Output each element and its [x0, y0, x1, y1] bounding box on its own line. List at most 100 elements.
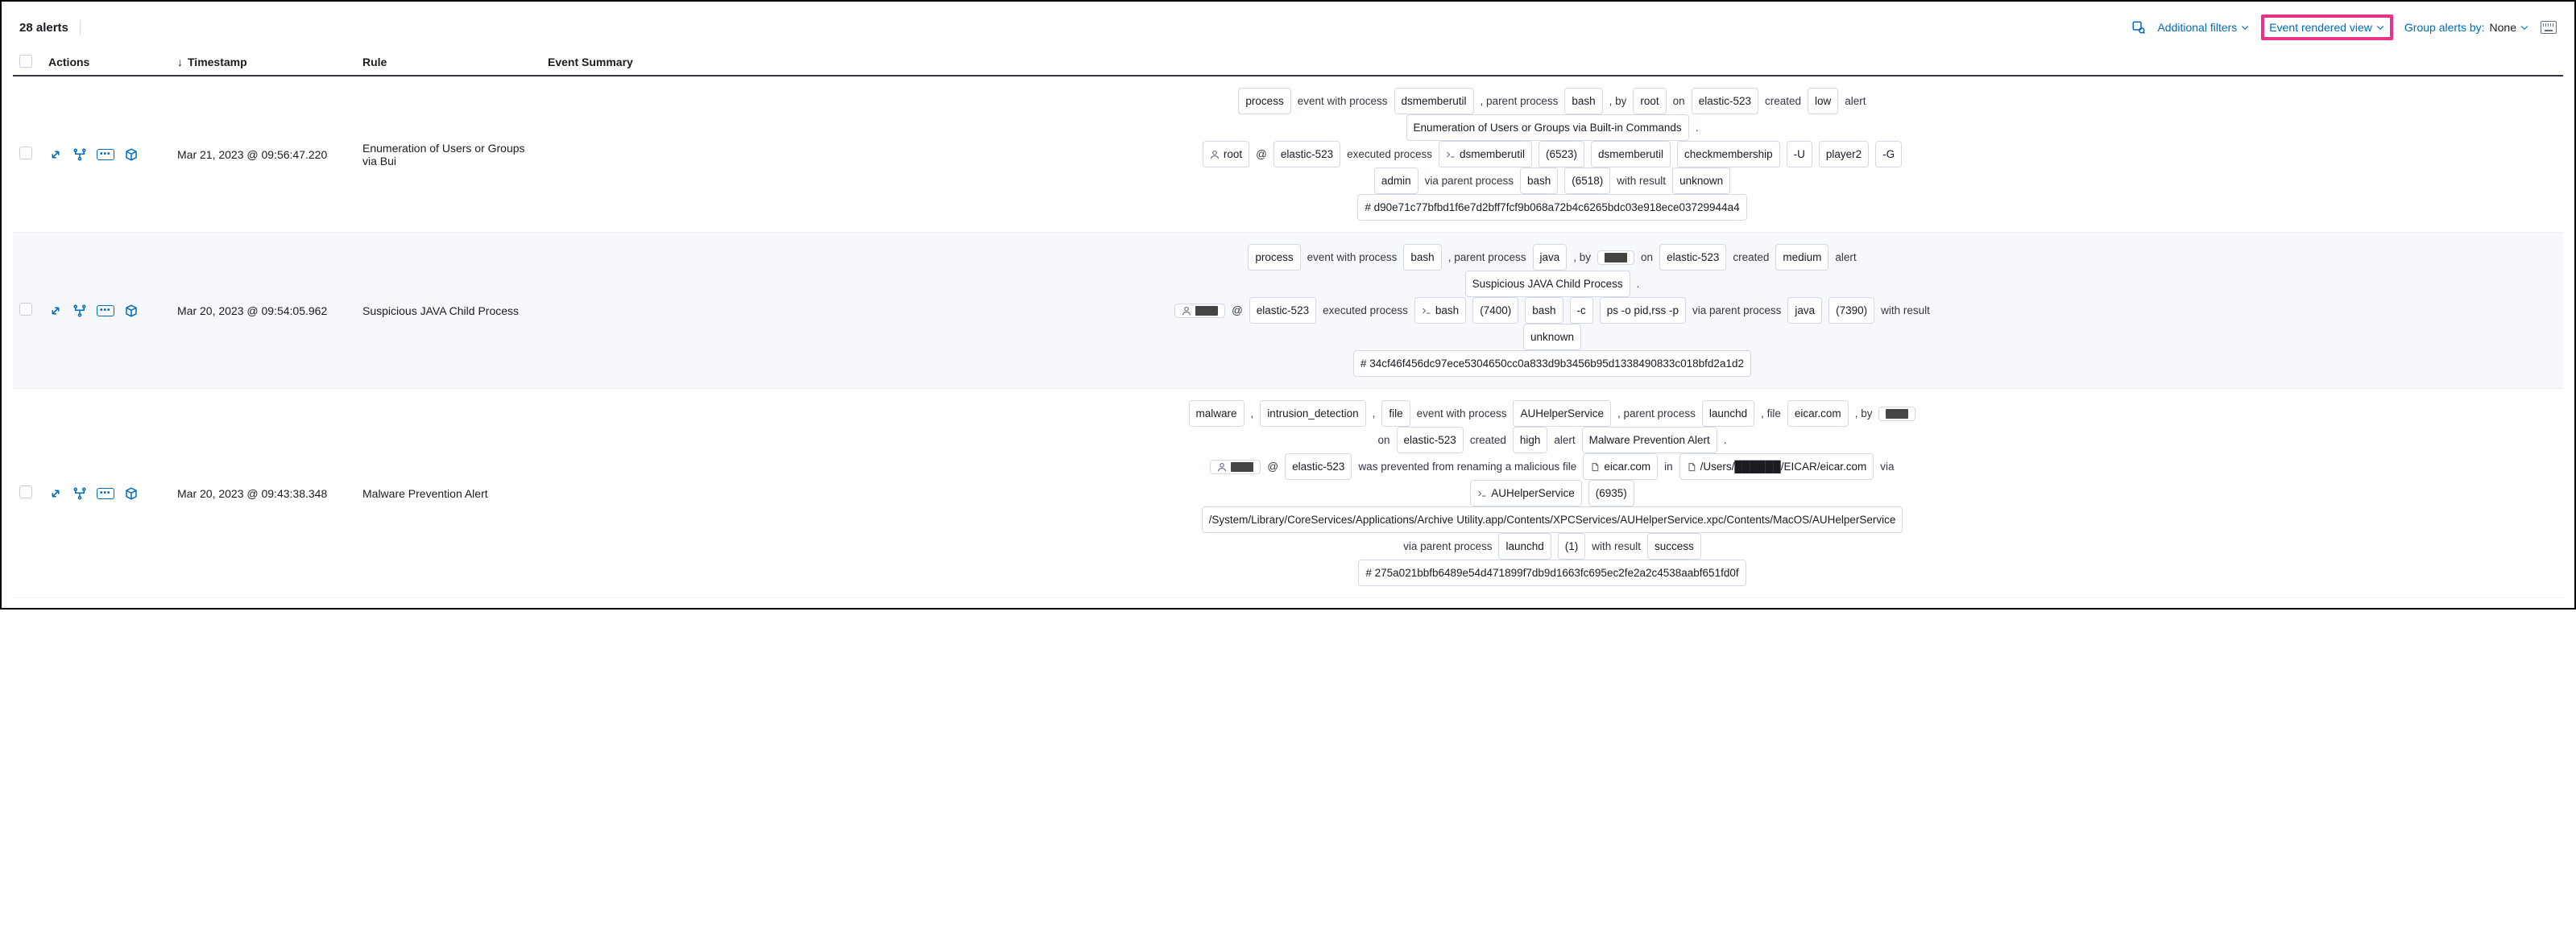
summary-chip[interactable]: /System/Library/CoreServices/Application… [1202, 506, 1903, 533]
col-rule: Rule [356, 48, 541, 76]
summary-text: with result [1592, 535, 1641, 557]
view-mode-dropdown[interactable]: Event rendered view [2269, 21, 2385, 34]
summary-chip[interactable]: bash [1403, 244, 1441, 271]
summary-cell: processevent with processbash, parent pr… [541, 233, 2563, 389]
summary-chip[interactable]: process [1238, 88, 1290, 114]
summary-chip[interactable]: AUHelperService [1513, 400, 1611, 427]
summary-chip[interactable] [1878, 407, 1915, 421]
summary-text: , by [1573, 246, 1591, 268]
row-checkbox[interactable] [19, 486, 32, 498]
cube-icon[interactable] [124, 486, 139, 501]
summary-chip[interactable]: intrusion_detection [1260, 400, 1365, 427]
additional-filters-dropdown[interactable]: Additional filters [2157, 21, 2250, 34]
timeline-icon[interactable] [2131, 20, 2146, 35]
cube-icon[interactable] [124, 304, 139, 318]
summary-chip[interactable]: dsmemberutil [1591, 141, 1671, 167]
expand-icon[interactable] [48, 486, 63, 501]
summary-chip[interactable]: elastic-523 [1249, 297, 1316, 324]
summary-text: event with process [1417, 403, 1507, 424]
summary-chip[interactable]: # 34cf46f456dc97ece5304650cc0a833d9b3456… [1353, 350, 1751, 377]
summary-chip[interactable]: (6518) [1564, 167, 1610, 194]
summary-chip[interactable]: checkmembership [1677, 141, 1780, 167]
summary-text: . [1724, 429, 1727, 451]
summary-chip[interactable]: -U [1787, 141, 1812, 167]
summary-chip[interactable]: root [1203, 141, 1249, 167]
summary-text: created [1733, 246, 1769, 268]
summary-chip[interactable]: (6523) [1539, 141, 1584, 167]
summary-chip[interactable]: dsmemberutil [1394, 88, 1474, 114]
summary-chip[interactable]: bash [1520, 167, 1558, 194]
summary-chip[interactable]: java [1533, 244, 1568, 271]
summary-chip[interactable]: elastic-523 [1285, 453, 1352, 480]
summary-chip[interactable]: ps -o pid,rss -p [1600, 297, 1686, 324]
expand-icon[interactable] [48, 147, 63, 162]
row-checkbox[interactable] [19, 147, 32, 159]
summary-chip[interactable]: -G [1875, 141, 1902, 167]
summary-text: , file [1761, 403, 1781, 424]
summary-chip[interactable]: bash [1525, 297, 1563, 324]
summary-chip[interactable]: player2 [1819, 141, 1869, 167]
sort-desc-icon: ↓ [177, 56, 183, 68]
summary-chip[interactable]: unknown [1523, 324, 1581, 350]
summary-chip[interactable]: admin [1374, 167, 1418, 194]
summary-chip[interactable]: # 275a021bbfb6489e54d471899f7db9d1663fc6… [1358, 560, 1746, 586]
summary-chip[interactable]: launchd [1498, 533, 1551, 560]
summary-chip[interactable]: success [1647, 533, 1701, 560]
summary-chip[interactable]: (7400) [1472, 297, 1518, 324]
summary-chip[interactable]: elastic-523 [1397, 427, 1464, 453]
col-timestamp[interactable]: ↓Timestamp [171, 48, 356, 76]
expand-icon[interactable] [48, 304, 63, 318]
summary-chip[interactable]: bash [1564, 88, 1602, 114]
summary-chip[interactable]: # d90e71c77bfbd1f6e7d2bff7fcf9b068a72b4c… [1357, 194, 1746, 221]
summary-text: on [1673, 90, 1685, 112]
select-all-checkbox[interactable] [19, 55, 32, 68]
summary-chip[interactable]: bash [1414, 297, 1466, 324]
more-actions-icon[interactable]: ••• [97, 305, 114, 316]
summary-chip[interactable]: file [1381, 400, 1410, 427]
cube-icon[interactable] [124, 147, 139, 162]
summary-chip[interactable]: root [1633, 88, 1666, 114]
analyzer-icon[interactable] [72, 147, 87, 162]
analyzer-icon[interactable] [72, 304, 87, 318]
keyboard-icon[interactable] [2541, 21, 2557, 34]
summary-chip[interactable]: unknown [1672, 167, 1730, 194]
rule-cell[interactable]: Malware Prevention Alert [356, 389, 541, 598]
summary-chip[interactable]: launchd [1702, 400, 1754, 427]
more-actions-icon[interactable]: ••• [97, 149, 114, 160]
summary-chip[interactable]: elastic-523 [1274, 141, 1340, 167]
more-actions-icon[interactable]: ••• [97, 488, 114, 499]
summary-text: , parent process [1448, 246, 1526, 268]
summary-chip[interactable] [1210, 460, 1261, 474]
summary-chip[interactable]: Enumeration of Users or Groups via Built… [1406, 114, 1689, 141]
analyzer-icon[interactable] [72, 486, 87, 501]
summary-chip[interactable]: eicar.com [1583, 453, 1658, 480]
summary-chip[interactable]: low [1808, 88, 1838, 114]
summary-text: executed process [1347, 143, 1432, 165]
summary-chip[interactable]: java [1787, 297, 1822, 324]
summary-chip[interactable] [1597, 250, 1634, 265]
group-alerts-dropdown[interactable]: Group alerts by: None [2404, 21, 2529, 34]
summary-chip[interactable]: dsmemberutil [1439, 141, 1532, 167]
table-row: ••• Mar 20, 2023 @ 09:54:05.962 Suspicio… [13, 233, 2563, 389]
summary-chip[interactable]: malware [1189, 400, 1245, 427]
summary-chip[interactable]: Suspicious JAVA Child Process [1465, 271, 1630, 297]
summary-chip[interactable] [1174, 304, 1225, 318]
summary-chip[interactable]: /Users/██████/EICAR/eicar.com [1679, 453, 1874, 480]
summary-chip[interactable]: eicar.com [1787, 400, 1849, 427]
summary-chip[interactable]: elastic-523 [1692, 88, 1758, 114]
summary-chip[interactable]: AUHelperService [1470, 480, 1582, 506]
rule-cell[interactable]: Enumeration of Users or Groups via Bui [356, 76, 541, 233]
summary-chip[interactable]: medium [1775, 244, 1828, 271]
row-checkbox[interactable] [19, 303, 32, 316]
summary-chip[interactable]: -c [1570, 297, 1593, 324]
summary-chip[interactable]: (6935) [1588, 480, 1634, 506]
summary-chip[interactable]: (1) [1558, 533, 1586, 560]
summary-chip[interactable]: high [1513, 427, 1548, 453]
summary-chip[interactable]: elastic-523 [1659, 244, 1726, 271]
col-summary: Event Summary [541, 48, 2563, 76]
summary-chip[interactable]: process [1248, 244, 1300, 271]
summary-chip[interactable]: (7390) [1828, 297, 1874, 324]
summary-text: @ [1256, 143, 1267, 165]
rule-cell[interactable]: Suspicious JAVA Child Process [356, 233, 541, 389]
summary-chip[interactable]: Malware Prevention Alert [1582, 427, 1717, 453]
